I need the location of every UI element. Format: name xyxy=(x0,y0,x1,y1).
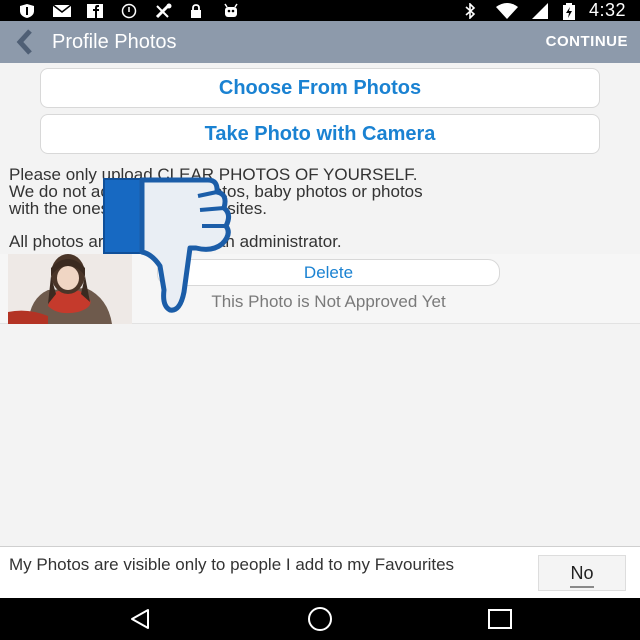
shield-icon xyxy=(18,3,38,19)
back-triangle-icon xyxy=(131,609,149,629)
take-photo-button[interactable]: Take Photo with Camera xyxy=(40,114,600,154)
toggle-indicator xyxy=(570,586,594,588)
visibility-text: My Photos are visible only to people I a… xyxy=(9,555,455,574)
system-icons: 4:32 xyxy=(463,0,626,21)
page-title: Profile Photos xyxy=(52,31,177,53)
battery-icon xyxy=(562,2,577,20)
nav-home-button[interactable] xyxy=(290,598,350,640)
lock-icon xyxy=(188,3,208,19)
photo-row: Delete This Photo is Not Approved Yet xyxy=(0,254,640,324)
nav-recents-button[interactable] xyxy=(470,598,530,640)
signal-icon xyxy=(531,2,551,19)
choose-from-photos-button[interactable]: Choose From Photos xyxy=(40,68,600,108)
visibility-panel: My Photos are visible only to people I a… xyxy=(0,546,640,598)
main-content: Choose From Photos Take Photo with Camer… xyxy=(0,63,640,546)
status-bar: 4:32 xyxy=(0,0,640,21)
app-bar: Profile Photos CONTINUE xyxy=(0,21,640,63)
bluetooth-icon xyxy=(463,1,483,20)
status-time: 4:32 xyxy=(588,0,626,20)
home-circle-icon xyxy=(308,607,332,631)
navigation-bar xyxy=(0,598,640,640)
tools-icon xyxy=(154,3,174,19)
nav-back-button[interactable] xyxy=(110,598,170,640)
facebook-icon xyxy=(86,3,106,19)
sync-disabled-icon xyxy=(120,3,140,19)
continue-button[interactable]: CONTINUE xyxy=(546,21,628,63)
wifi-icon xyxy=(495,2,519,19)
thumbs-down-icon xyxy=(100,174,236,318)
recents-square-icon xyxy=(488,609,512,629)
notification-icons xyxy=(18,2,242,19)
back-button[interactable] xyxy=(8,21,42,63)
android-icon xyxy=(222,3,242,19)
mail-icon xyxy=(52,3,72,19)
chevron-left-icon xyxy=(16,29,32,55)
